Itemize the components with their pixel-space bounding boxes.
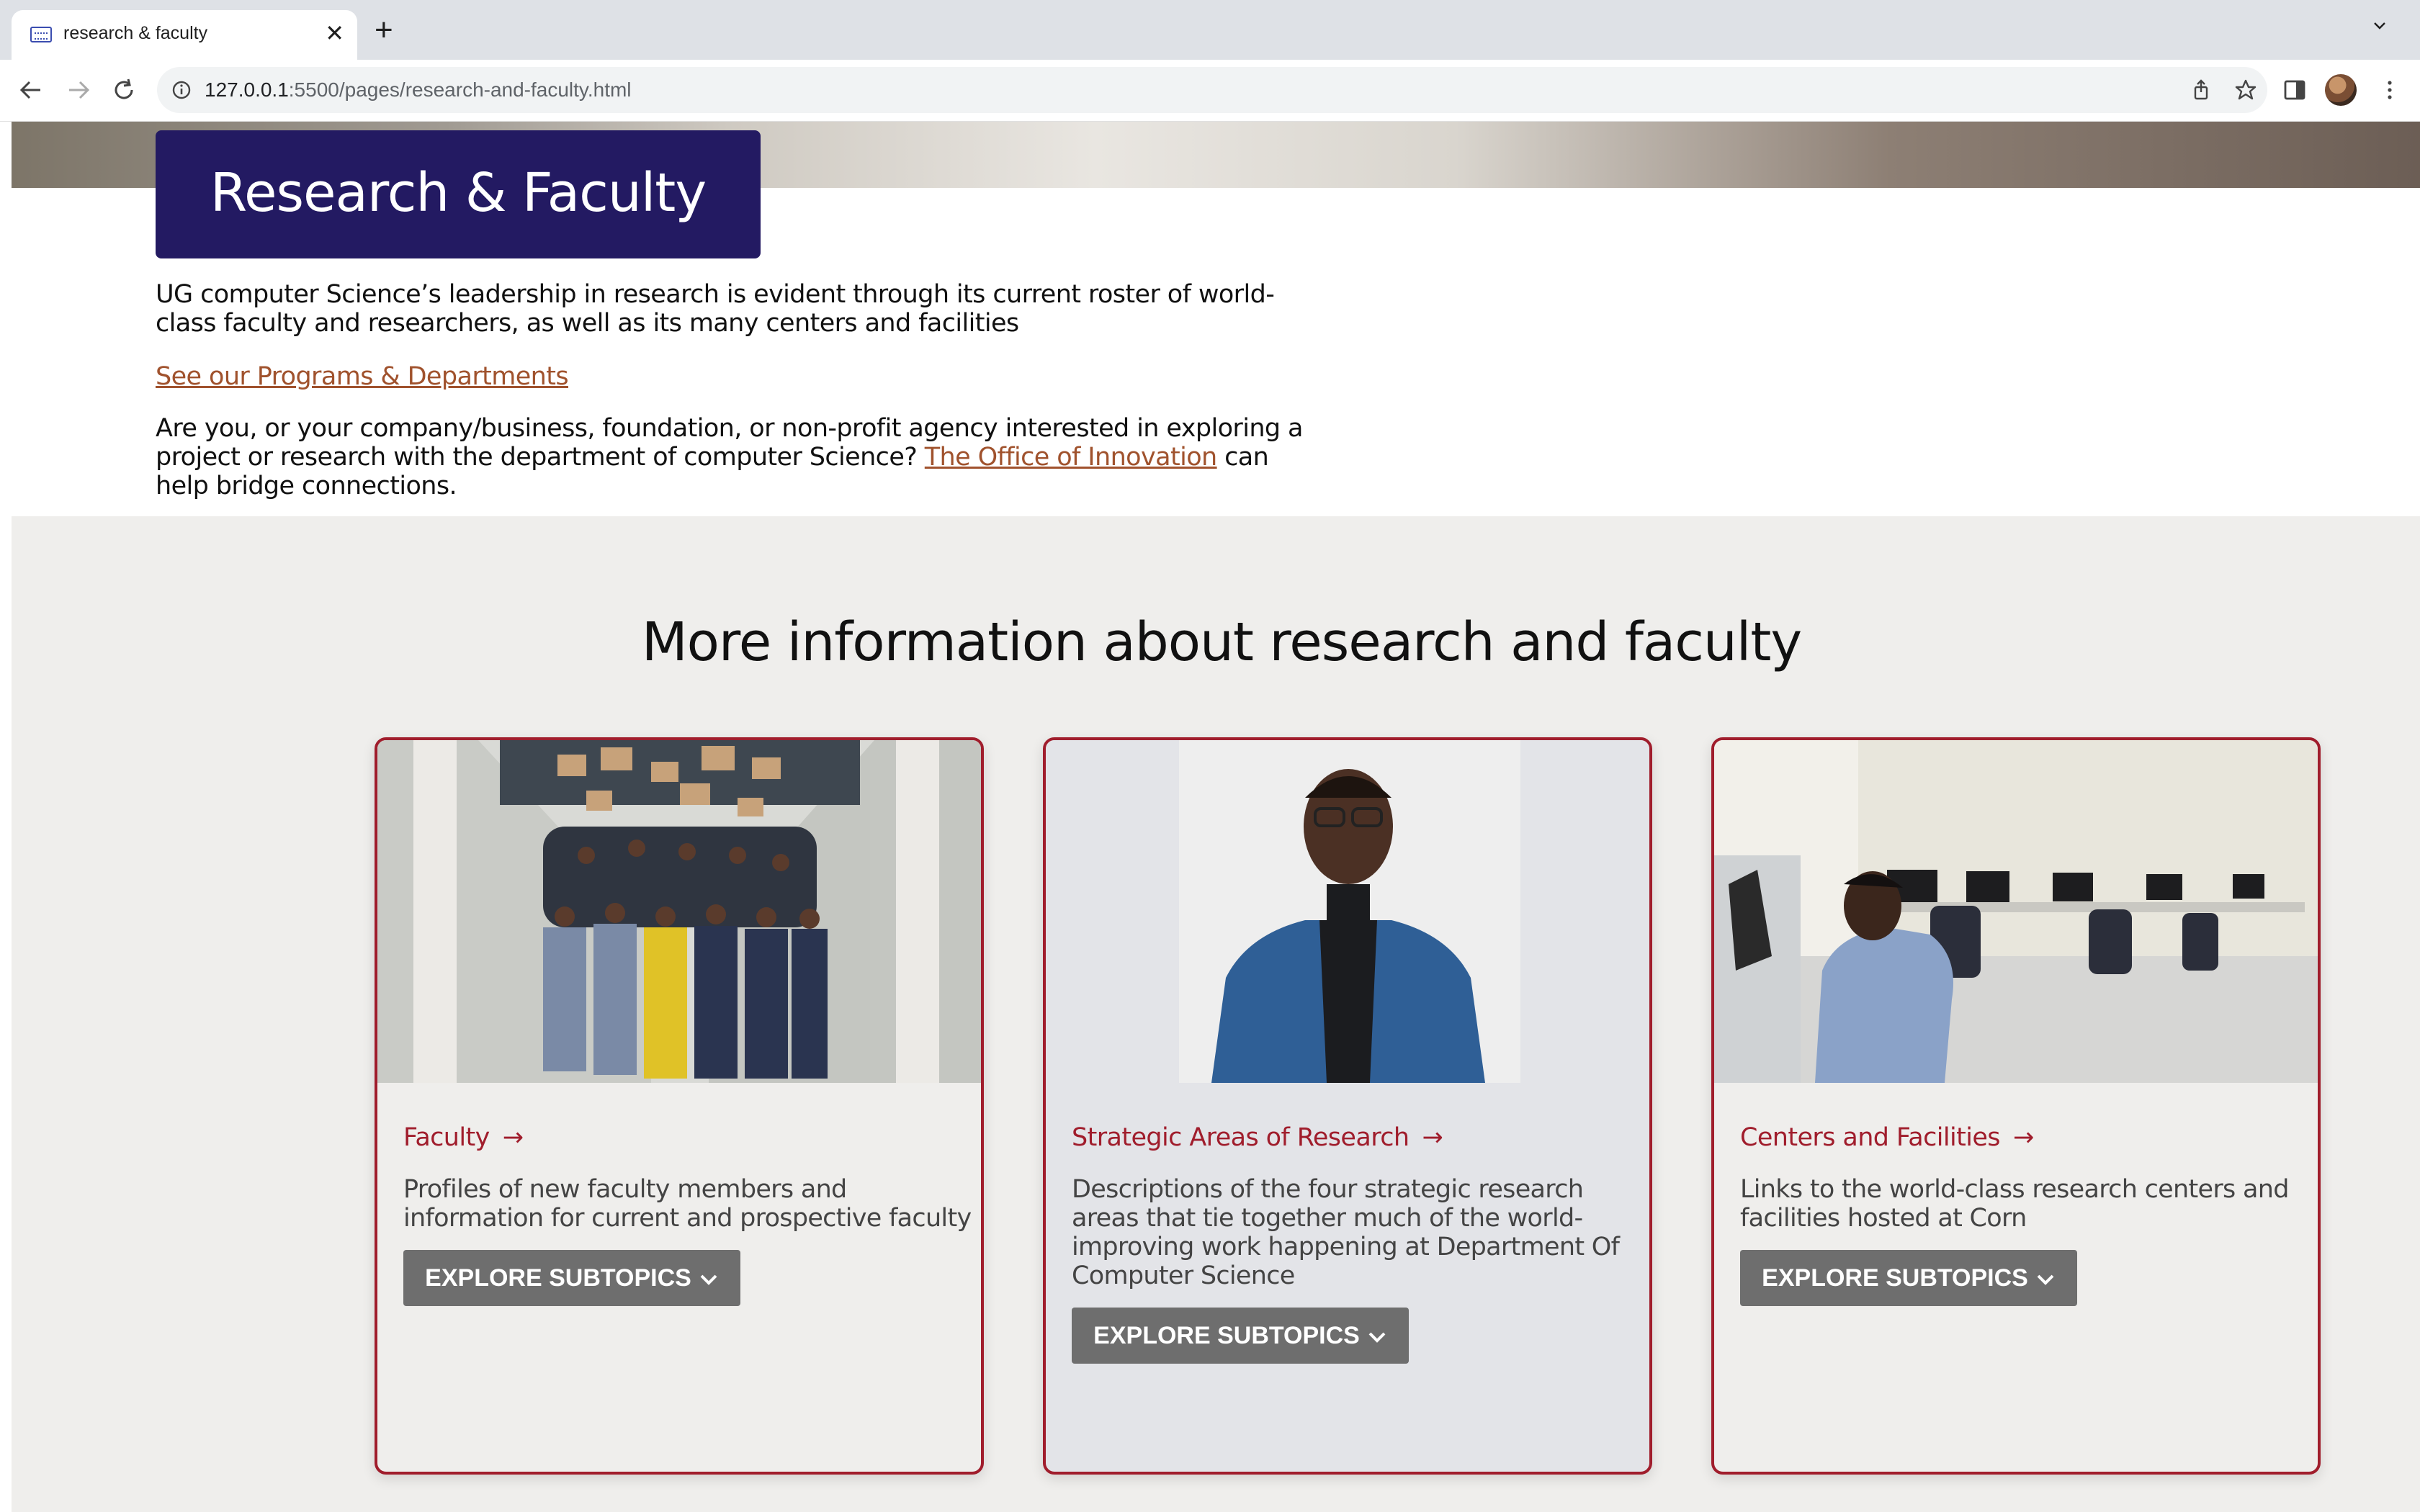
section-heading: More information about research and facu… xyxy=(641,611,1802,673)
innovation-paragraph: Are you, or your company/business, found… xyxy=(156,414,1308,500)
centers-facilities-link[interactable]: Centers and Facilities → xyxy=(1740,1123,2034,1152)
share-icon[interactable] xyxy=(2190,78,2213,102)
explore-button-label: EXPLORE SUBTOPICS xyxy=(425,1264,691,1292)
explore-subtopics-button[interactable]: EXPLORE SUBTOPICS xyxy=(403,1250,740,1306)
faculty-link-label: Faculty xyxy=(403,1123,490,1152)
bookmark-star-icon[interactable] xyxy=(2234,78,2257,102)
faculty-description: Profiles of new faculty members and info… xyxy=(403,1175,972,1233)
centers-facilities-link-label: Centers and Facilities xyxy=(1740,1123,2001,1152)
url-text: 127.0.0.1:5500/pages/research-and-facult… xyxy=(205,78,632,102)
page-content: Research & Faculty UG computer Science’s… xyxy=(0,122,2420,1512)
intro-paragraph: UG computer Science’s leadership in rese… xyxy=(156,280,1275,338)
tab-title: research & faculty xyxy=(63,23,208,43)
arrow-right-icon: → xyxy=(2012,1123,2034,1152)
chevron-down-icon xyxy=(700,1274,717,1285)
strategic-research-description: Descriptions of the four strategic resea… xyxy=(1072,1175,1620,1290)
browser-tab[interactable]: research & faculty ✕ xyxy=(12,10,357,60)
researcher-portrait-photo xyxy=(1046,740,1649,1083)
browser-menu-icon[interactable] xyxy=(2377,77,2403,103)
arrow-right-icon: → xyxy=(502,1123,524,1152)
centers-facilities-description: Links to the world-class research center… xyxy=(1740,1175,2289,1233)
site-favicon-icon xyxy=(30,27,52,42)
programs-departments-link[interactable]: See our Programs & Departments xyxy=(156,362,569,391)
programs-paragraph: See our Programs & Departments xyxy=(156,362,1308,391)
reload-icon[interactable] xyxy=(108,74,140,106)
url-host: 127.0.0.1 xyxy=(205,78,289,101)
page-title-box: Research & Faculty xyxy=(156,130,761,258)
faculty-link[interactable]: Faculty → xyxy=(403,1123,524,1152)
arrow-right-icon: → xyxy=(1422,1123,1443,1152)
strategic-research-link-label: Strategic Areas of Research xyxy=(1072,1123,1410,1152)
office-of-innovation-link[interactable]: The Office of Innovation xyxy=(925,443,1217,472)
explore-button-label: EXPLORE SUBTOPICS xyxy=(1093,1322,1360,1349)
strategic-research-card: Strategic Areas of Research → Description… xyxy=(1043,737,1652,1475)
faculty-group-photo xyxy=(377,740,981,1083)
side-panel-icon[interactable] xyxy=(2282,77,2308,103)
page-title: Research & Faculty xyxy=(210,162,707,224)
site-info-icon[interactable] xyxy=(171,80,192,100)
chevron-down-icon xyxy=(1368,1332,1386,1343)
forward-arrow-icon[interactable] xyxy=(62,74,94,106)
computer-lab-photo xyxy=(1714,740,2318,1083)
browser-tab-bar: research & faculty ✕ + xyxy=(0,0,2420,60)
tab-search-chevron-icon[interactable] xyxy=(2372,19,2387,33)
explore-button-label: EXPLORE SUBTOPICS xyxy=(1762,1264,2028,1292)
explore-subtopics-button[interactable]: EXPLORE SUBTOPICS xyxy=(1740,1250,2077,1306)
chevron-down-icon xyxy=(2037,1274,2054,1285)
explore-subtopics-button[interactable]: EXPLORE SUBTOPICS xyxy=(1072,1308,1409,1364)
centers-facilities-card: Centers and Facilities → Links to the wor… xyxy=(1711,737,2321,1475)
tab-close-icon[interactable]: ✕ xyxy=(325,20,344,46)
profile-avatar[interactable] xyxy=(2325,74,2357,106)
browser-toolbar: 127.0.0.1:5500/pages/research-and-facult… xyxy=(0,60,2420,122)
address-bar[interactable]: 127.0.0.1:5500/pages/research-and-facult… xyxy=(157,67,2267,113)
new-tab-icon[interactable]: + xyxy=(375,14,393,46)
url-path: :5500/pages/research-and-faculty.html xyxy=(288,78,632,101)
strategic-research-link[interactable]: Strategic Areas of Research → xyxy=(1072,1123,1443,1152)
back-arrow-icon[interactable] xyxy=(16,74,48,106)
faculty-card: Faculty → Profiles of new faculty members… xyxy=(375,737,984,1475)
